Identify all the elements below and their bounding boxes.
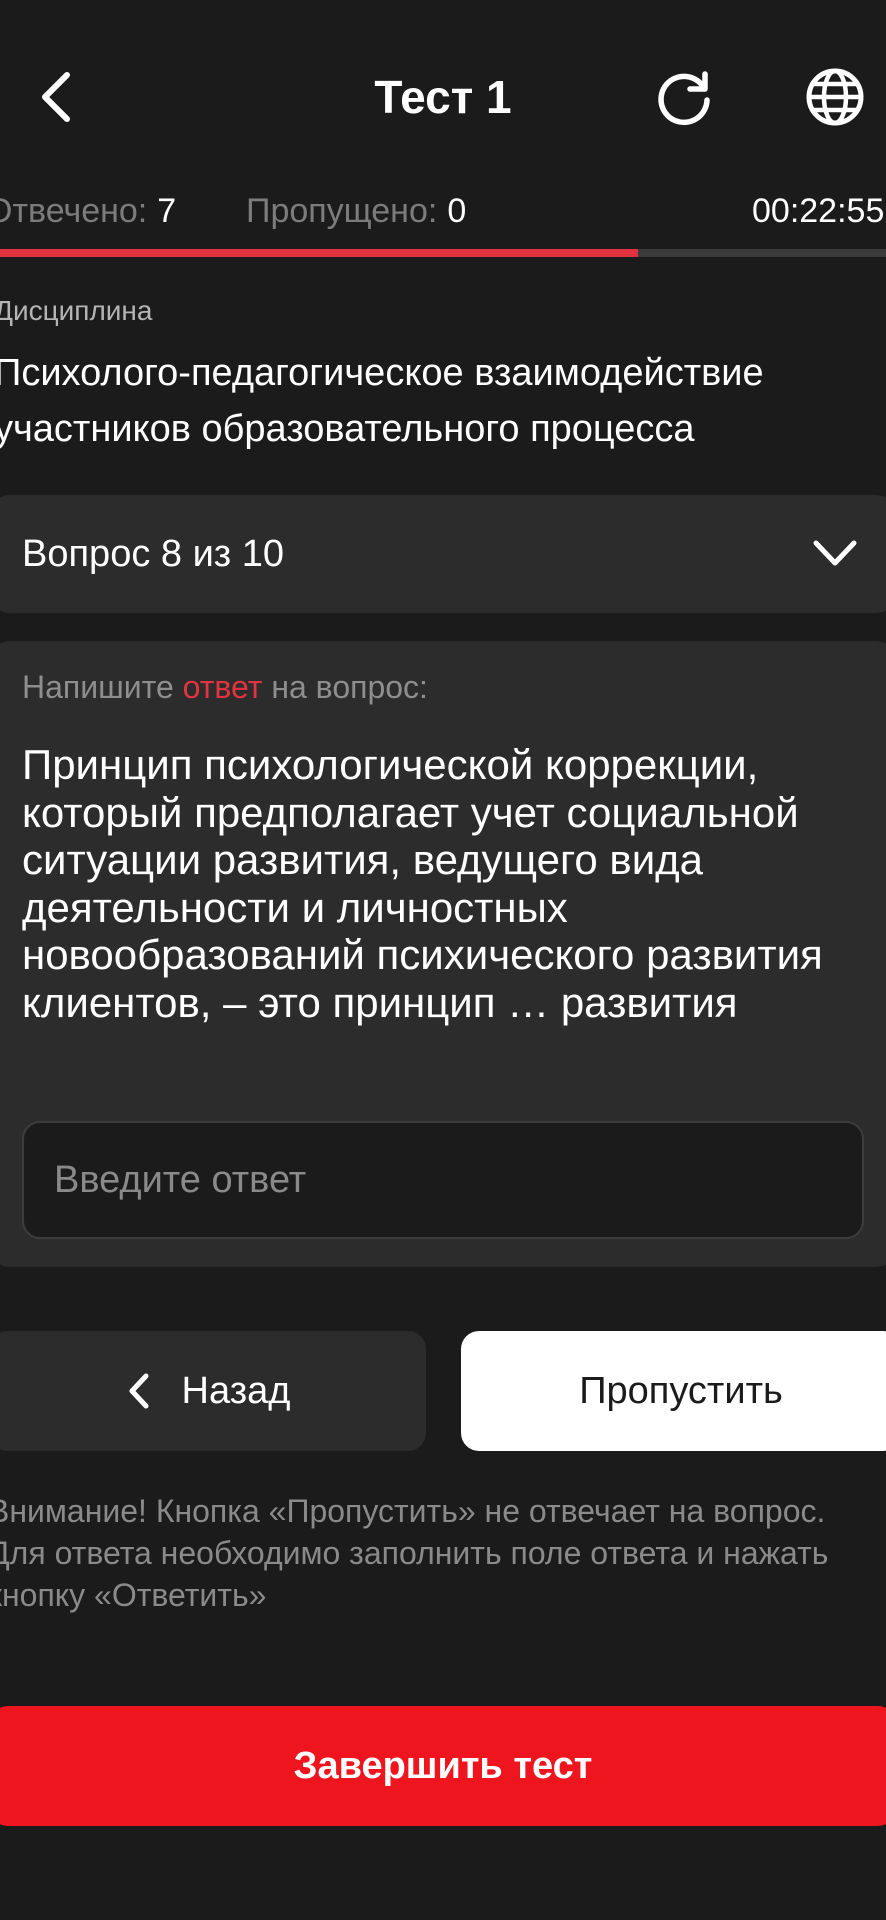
skip-button[interactable]: Пропустить	[461, 1331, 886, 1451]
question-instruction: Напишите ответ на вопрос:	[22, 669, 428, 706]
progress-fill	[0, 249, 638, 257]
answered-count: 7	[157, 192, 177, 230]
instruction-prefix: Напишите	[22, 669, 174, 705]
page-title: Тест 1	[374, 71, 512, 123]
header: Тест 1	[0, 0, 886, 190]
instruction-accent: ответ	[182, 669, 263, 705]
skipped-label: Пропущено:	[246, 192, 438, 230]
chevron-down-icon	[813, 540, 857, 566]
finish-test-button[interactable]: Завершить тест	[0, 1706, 886, 1826]
answer-input[interactable]	[22, 1121, 864, 1239]
answered-stat: Отвечено: 7	[0, 186, 176, 236]
language-button[interactable]	[800, 62, 870, 132]
skip-notice: Внимание! Кнопка «Пропустить» не отвечае…	[0, 1493, 829, 1613]
instruction-suffix: на вопрос:	[271, 669, 428, 705]
finish-button-label: Завершить тест	[293, 1744, 593, 1787]
question-card: Напишите ответ на вопрос: Принцип психол…	[0, 641, 886, 1267]
timer: 00:22:55	[752, 192, 885, 230]
discipline-label: Дисциплина	[0, 295, 153, 326]
test-screen: Тест 1 Отвечено:7 Пропущено:0 00:22:55	[0, 0, 886, 1920]
skip-button-label: Пропустить	[579, 1369, 783, 1412]
back-button[interactable]: Назад	[0, 1331, 426, 1451]
globe-icon	[806, 68, 864, 126]
chevron-left-icon	[126, 1371, 152, 1411]
answered-label: Отвечено:	[0, 192, 148, 230]
refresh-button[interactable]	[650, 62, 720, 132]
discipline-name: Психолого-педагогическое взаимодействие …	[0, 352, 764, 450]
skipped-stat: Пропущено: 0	[246, 186, 466, 236]
question-selector-label: Вопрос 8 из 10	[22, 532, 285, 575]
back-button-label: Назад	[181, 1369, 291, 1412]
stats-row: Отвечено: 7 Пропущено: 0 00:22:55	[0, 186, 886, 236]
skipped-count: 0	[447, 192, 467, 230]
question-text: Принцип психологической коррекции, котор…	[22, 741, 823, 1026]
progress-bar	[0, 249, 886, 257]
refresh-icon	[658, 71, 710, 126]
question-selector[interactable]: Вопрос 8 из 10	[0, 495, 886, 613]
